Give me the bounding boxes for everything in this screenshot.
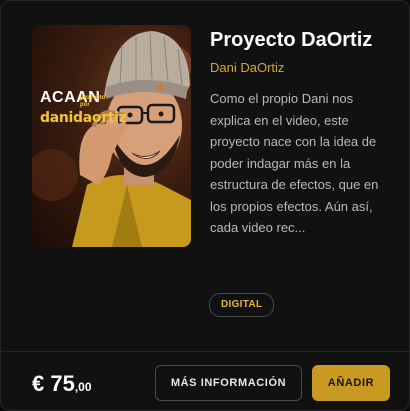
cover-brand-logo: danidaortiz [40,110,127,126]
footer-divider [1,351,409,352]
cover-subtitle-text: proyecto por [80,95,106,108]
add-to-cart-button[interactable]: AÑADIR [312,365,390,401]
price-cents: ,00 [74,380,92,394]
more-info-button[interactable]: MÁS INFORMACIÓN [155,365,302,401]
format-badge: DIGITAL [209,293,275,317]
product-price: € 75,00 [32,371,92,397]
cover-illustration [32,31,191,247]
product-description: Como el propio Dani nos explica en el vi… [210,91,379,235]
product-card: ACAAN proyecto por danidaortiz Proyecto … [0,0,410,411]
product-title[interactable]: Proyecto DaOrtiz [210,29,372,52]
product-author[interactable]: Dani DaOrtiz [210,60,284,75]
product-cover-image[interactable]: ACAAN proyecto por danidaortiz [32,25,191,247]
price-amount: € 75 [32,371,75,396]
